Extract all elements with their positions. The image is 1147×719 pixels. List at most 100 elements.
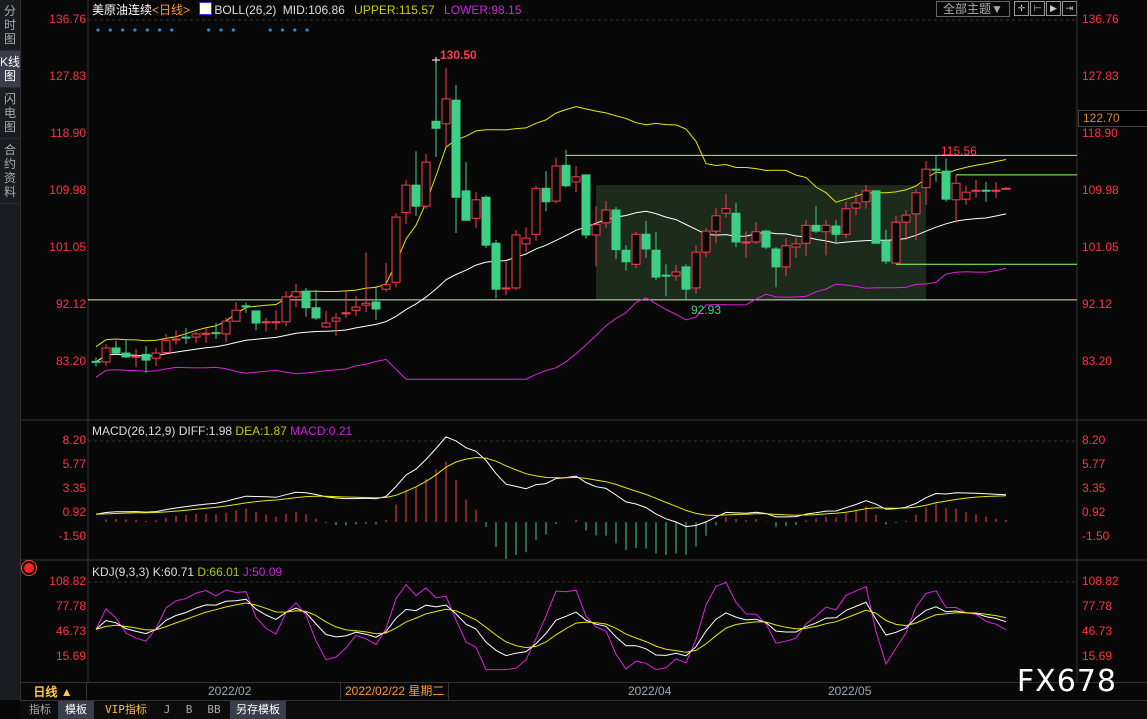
- candle: [891, 215, 901, 265]
- marker-dot: [231, 28, 235, 32]
- candle: [441, 68, 451, 147]
- kdj-legend: KDJ(9,3,3) K:60.71 D:66.01 J:50.09: [92, 565, 282, 579]
- marker-dot: [207, 28, 211, 32]
- cursor-price-label: 122.70: [1078, 110, 1147, 127]
- candle-body: [681, 266, 691, 290]
- tab-template[interactable]: 模板: [58, 701, 94, 719]
- candle-body: [961, 191, 971, 200]
- candle-body: [451, 99, 461, 198]
- candle: [91, 357, 101, 367]
- tab-j[interactable]: J: [158, 701, 176, 719]
- candle: [951, 174, 961, 223]
- candle-body: [701, 230, 711, 253]
- candle-body: [971, 189, 981, 192]
- candle-body: [471, 199, 481, 219]
- candle-body: [431, 120, 441, 129]
- candle: [411, 151, 421, 216]
- chart-canvas[interactable]: [0, 0, 1147, 700]
- tab-bb[interactable]: BB: [202, 701, 226, 719]
- macd-diff: DIFF:1.98: [178, 424, 233, 438]
- candle: [461, 162, 471, 221]
- candle-body: [421, 161, 431, 207]
- marker-dot: [170, 28, 174, 32]
- candle-body: [831, 225, 841, 235]
- candle-body: [561, 164, 571, 187]
- marker-dot: [219, 28, 223, 32]
- kdj-k-line: [95, 598, 1007, 657]
- candle-body: [861, 190, 871, 203]
- candle: [931, 155, 941, 182]
- candle-body: [241, 305, 251, 308]
- candle: [311, 289, 321, 320]
- candle-body: [311, 307, 321, 319]
- candle-body: [781, 245, 791, 268]
- candle-body: [381, 284, 391, 290]
- candle-body: [661, 274, 671, 277]
- candle-body: [211, 332, 221, 335]
- candle-body: [851, 202, 861, 209]
- candle-body: [881, 240, 891, 262]
- candle-body: [921, 168, 931, 189]
- candle: [521, 227, 531, 253]
- candle-body: [571, 176, 581, 183]
- candle-body: [891, 221, 901, 264]
- candle: [271, 310, 281, 331]
- candle-body: [151, 352, 161, 359]
- candle-body: [321, 322, 331, 328]
- candle-body: [951, 182, 961, 201]
- marker-dot: [121, 28, 125, 32]
- candle-body: [981, 189, 991, 192]
- candle-body: [201, 332, 211, 335]
- candle-body: [521, 237, 531, 245]
- tab-save-template[interactable]: 另存模板: [230, 701, 286, 719]
- candle-body: [591, 224, 601, 236]
- candle-body: [251, 310, 261, 324]
- candle: [471, 192, 481, 228]
- candle-body: [101, 347, 111, 363]
- candle-body: [361, 302, 371, 306]
- candle: [211, 323, 221, 340]
- candle-body: [221, 320, 231, 335]
- candle-body: [601, 209, 611, 224]
- candle: [551, 157, 561, 204]
- candle-body: [161, 339, 171, 353]
- candle: [1001, 187, 1011, 190]
- kdj-d: D:66.01: [197, 565, 240, 579]
- tab-b[interactable]: B: [180, 701, 198, 719]
- candle-body: [821, 224, 831, 233]
- candle: [421, 153, 431, 209]
- candle-body: [401, 184, 411, 214]
- kdj-k: K:60.71: [152, 565, 195, 579]
- candle: [111, 340, 121, 354]
- macd-dea: DEA:1.87: [235, 424, 287, 438]
- candle: [101, 344, 111, 366]
- candle-body: [141, 353, 151, 361]
- candle: [631, 231, 641, 269]
- candle-body: [341, 312, 351, 315]
- candle-body: [411, 184, 421, 207]
- candle: [961, 185, 971, 205]
- alert-icon[interactable]: [24, 563, 34, 573]
- candle-body: [331, 317, 341, 322]
- candle: [691, 245, 701, 294]
- candle-body: [181, 336, 191, 339]
- date-label: 2022/02: [208, 684, 252, 698]
- candle: [191, 331, 201, 343]
- candle: [291, 284, 301, 308]
- tab-vip-indicator[interactable]: VIP指标: [98, 701, 154, 719]
- candle: [231, 301, 241, 322]
- date-label: 2022/05: [828, 684, 872, 698]
- candle: [261, 317, 271, 332]
- period-button[interactable]: 日线 ▲: [20, 683, 87, 701]
- tab-indicator[interactable]: 指标: [24, 701, 56, 719]
- candle: [511, 229, 521, 290]
- low-annotation: 92.93: [691, 303, 722, 317]
- candle-body: [551, 165, 561, 202]
- candle-body: [531, 187, 541, 235]
- candle: [351, 296, 361, 317]
- candle: [571, 165, 581, 193]
- candle: [221, 317, 231, 343]
- candle-body: [111, 347, 121, 354]
- watermark-logo: FX678: [1016, 664, 1117, 699]
- candle-body: [351, 306, 361, 311]
